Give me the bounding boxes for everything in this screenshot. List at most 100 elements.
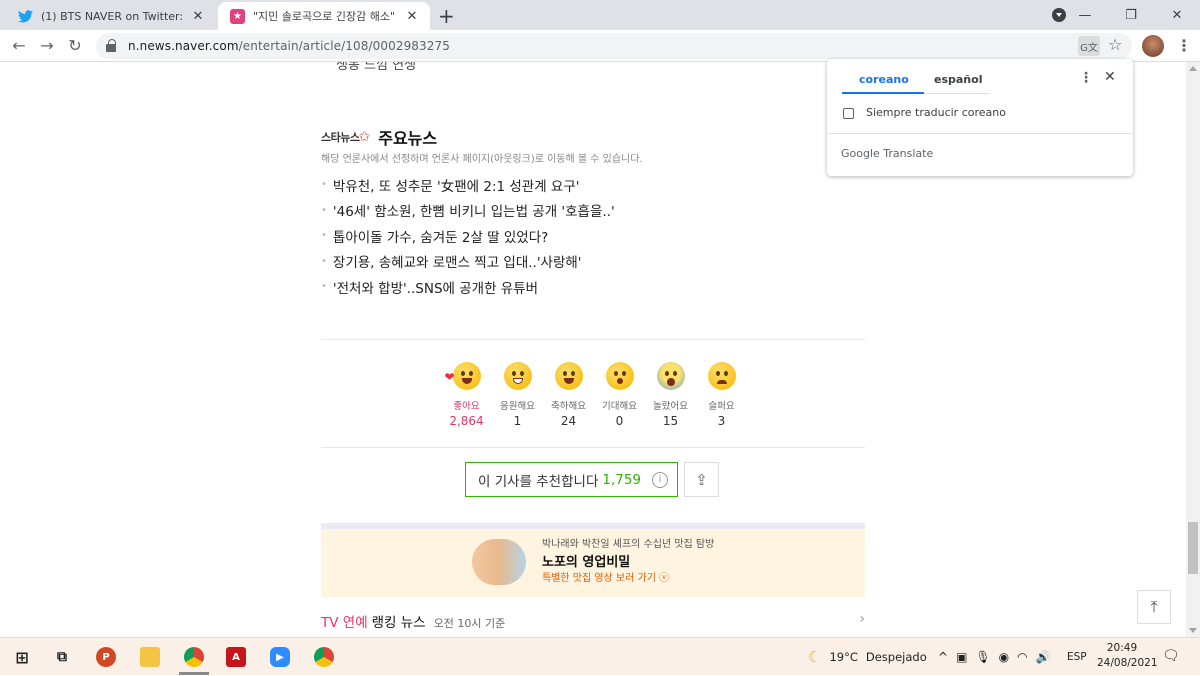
notification-icon[interactable]: 🗨 <box>1162 648 1180 664</box>
device-icon[interactable]: ▣ <box>956 650 967 664</box>
recommend-button[interactable]: 이 기사를 추천합니다 1,759 i <box>465 462 678 497</box>
always-translate-label[interactable]: Siempre traducir coreano <box>866 106 1006 119</box>
reaction-label: 슬퍼요 <box>708 401 735 412</box>
restore-icon[interactable]: ❐ <box>1108 8 1154 23</box>
volume-icon[interactable]: 🔊 <box>1036 650 1051 664</box>
press-main-news-header: 스타뉴스 ✩ 주요뉴스 <box>321 125 437 149</box>
reaction-count: 24 <box>560 414 577 428</box>
chevron-up-icon[interactable]: ^ <box>938 650 948 664</box>
weather-condition: Despejado <box>865 650 927 664</box>
ranking-title: 랭킹 뉴스 <box>371 615 426 631</box>
microphone-icon[interactable]: 🎙 <box>975 650 990 664</box>
share-icon: ⇪ <box>695 470 708 489</box>
list-item[interactable]: • '전처와 합방'..SNS에 공개한 유튜버 <box>321 274 615 300</box>
windows-start-icon[interactable]: ⊞ <box>12 647 32 667</box>
weather-widget[interactable]: ☾ 19°C Despejado <box>808 638 927 676</box>
browser-tab-twitter[interactable]: (1) BTS NAVER on Twitter: "□[AR ✕ <box>6 2 216 30</box>
scroll-up-icon[interactable] <box>1189 66 1197 71</box>
zoom-icon[interactable]: ▶ <box>270 647 290 667</box>
task-view-icon[interactable]: ⧉ <box>52 647 72 667</box>
close-tab-icon[interactable]: ✕ <box>404 9 420 24</box>
input-language[interactable]: ESP <box>1067 638 1087 676</box>
reaction-label: 응원해요 <box>500 401 535 412</box>
divider <box>827 133 1133 134</box>
star-logo-icon: ✩ <box>358 129 371 145</box>
share-button[interactable]: ⇪ <box>684 462 719 497</box>
close-icon[interactable]: ✕ <box>1104 69 1116 85</box>
bullet-icon: • <box>321 281 327 293</box>
promo-link[interactable]: 특별한 맛집 영상 보러 가기 ⓥ <box>542 569 669 584</box>
ranking-category: TV 연예 <box>321 615 368 631</box>
bullet-icon: • <box>321 179 327 191</box>
scrollbar-thumb[interactable] <box>1188 522 1198 574</box>
reaction-label: 좋아요 <box>453 401 480 412</box>
info-icon[interactable]: i <box>652 472 668 488</box>
reaction-sad[interactable]: 슬퍼요 3 <box>696 362 747 428</box>
powerpoint-icon[interactable]: P <box>96 647 116 667</box>
clock-time: 20:49 <box>1106 642 1138 654</box>
list-item[interactable]: • 박유천, 또 성추문 '女팬에 2:1 성관계 요구' <box>321 172 615 198</box>
file-explorer-icon[interactable] <box>140 647 160 667</box>
list-item[interactable]: • 장기용, 송혜교와 로맨스 찍고 입대..'사랑해' <box>321 249 615 275</box>
list-item[interactable]: • 톱아이돌 가수, 숨겨둔 2살 딸 있었다? <box>321 223 615 249</box>
section-description: 해당 언론사에서 선정하며 언론사 페이지(아웃링크)로 이동해 볼 수 있습니… <box>321 154 643 165</box>
reaction-count: 15 <box>662 414 679 428</box>
chrome-profile-icon[interactable] <box>314 647 334 667</box>
profile-avatar[interactable] <box>1142 35 1164 57</box>
more-options-icon[interactable]: ⋮ <box>1079 70 1093 86</box>
love-emoji-icon: ❤ <box>445 362 481 390</box>
window-controls: — ❐ ✕ <box>1062 0 1200 30</box>
tab-source-language[interactable]: coreano <box>859 73 909 86</box>
page-scrollbar[interactable] <box>1186 62 1200 637</box>
reaction-surprised[interactable]: 놀랐어요 15 <box>645 362 696 428</box>
reaction-count: 1 <box>513 414 522 428</box>
reaction-like[interactable]: ❤ 좋아요 2,864 <box>441 362 492 428</box>
reaction-expect[interactable]: 기대해요 0 <box>594 362 645 428</box>
twitter-icon <box>18 9 33 24</box>
scroll-down-icon[interactable] <box>1189 628 1197 633</box>
bookmark-star-icon[interactable]: ☆ <box>1108 35 1122 54</box>
ranking-time: 오전 10시 기준 <box>433 617 506 630</box>
lock-icon[interactable] <box>106 39 116 52</box>
minimize-icon[interactable]: — <box>1062 8 1108 23</box>
clock[interactable]: 20:49 24/08/2021 <box>1097 641 1158 671</box>
always-translate-checkbox[interactable] <box>843 108 854 119</box>
acrobat-icon[interactable]: A <box>226 647 246 667</box>
wifi-icon[interactable]: ◠ <box>1017 650 1027 664</box>
bullet-icon: • <box>321 204 327 216</box>
article-text-fragment: 생동 느낌 연생 <box>336 62 417 73</box>
forward-icon[interactable]: → <box>36 35 58 57</box>
section-title: 주요뉴스 <box>378 129 438 148</box>
tab-target-language[interactable]: español <box>934 73 982 86</box>
list-item[interactable]: • '46세' 함소원, 한뼘 비키니 입는법 공개 '호흡을..' <box>321 198 615 224</box>
chevron-right-icon[interactable]: › <box>859 611 865 627</box>
address-bar[interactable]: n.news.naver.com/entertain/article/108/0… <box>96 33 1132 59</box>
party-emoji-icon <box>554 362 583 390</box>
reaction-congrats[interactable]: 축하해요 24 <box>543 362 594 428</box>
translate-icon[interactable]: G文 <box>1078 36 1100 56</box>
network-app-icon[interactable]: ◉ <box>999 650 1009 664</box>
tab-title: "지민 솔로곡으로 긴장감 해소" 방 <box>253 10 398 23</box>
scroll-to-top-button[interactable]: ⤒ <box>1137 590 1171 624</box>
reload-icon[interactable]: ↻ <box>64 35 86 57</box>
reaction-count: 3 <box>717 414 726 428</box>
back-icon[interactable]: ← <box>8 35 30 57</box>
clock-date: 24/08/2021 <box>1097 657 1158 669</box>
promo-banner[interactable]: 박나래와 박찬일 셰프의 수십년 맛집 탐방 노포의 영업비밀 특별한 맛집 영… <box>321 529 865 597</box>
star-news-icon: ★ <box>230 8 245 24</box>
windows-taskbar: ⊞ ⧉ P A ▶ ☾ 19°C Despejado ^ ▣ 🎙 ◉ ◠ 🔊 E… <box>0 637 1200 675</box>
close-tab-icon[interactable]: ✕ <box>190 9 206 24</box>
reaction-count: 0 <box>615 414 624 428</box>
ranking-news-header[interactable]: TV 연예 랭킹 뉴스 오전 10시 기준 › <box>321 611 865 631</box>
browser-tab-article[interactable]: ★ "지민 솔로곡으로 긴장감 해소" 방 ✕ <box>218 2 430 30</box>
google-translate-brand: Google Translate <box>841 147 934 160</box>
browser-menu-icon[interactable]: ⋮ <box>1176 36 1192 55</box>
press-logo[interactable]: 스타뉴스 <box>321 129 360 145</box>
chrome-icon[interactable] <box>184 647 204 667</box>
close-window-icon[interactable]: ✕ <box>1154 8 1200 23</box>
reaction-label: 놀랐어요 <box>653 401 688 412</box>
system-tray: ^ ▣ 🎙 ◉ ◠ 🔊 <box>938 638 1059 676</box>
reaction-label: 축하해요 <box>551 401 586 412</box>
new-tab-icon[interactable]: + <box>438 4 455 28</box>
reaction-cheer[interactable]: 응원해요 1 <box>492 362 543 428</box>
